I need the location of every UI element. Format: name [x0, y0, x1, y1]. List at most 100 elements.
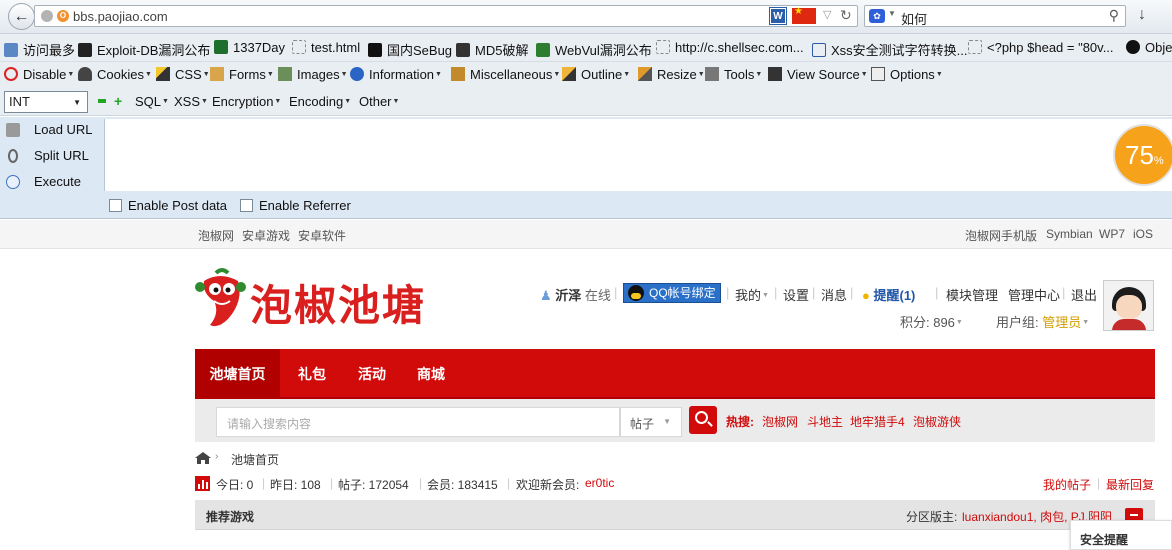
topnav-symbian[interactable]: Symbian: [1046, 227, 1093, 241]
magnifier-icon[interactable]: ⚲: [1109, 7, 1119, 24]
enable-post-checkbox[interactable]: Enable Post data: [109, 198, 227, 213]
menu-forms[interactable]: Forms▼: [210, 67, 274, 82]
user-name[interactable]: ♟ 沂泽 在线: [540, 285, 611, 304]
bookmark-sebug[interactable]: 国内SeBug: [368, 40, 452, 59]
menu-information[interactable]: Information▼: [350, 67, 442, 82]
search-button[interactable]: [689, 406, 717, 434]
plus-icon[interactable]: +: [114, 94, 122, 108]
module-admin-link[interactable]: 模块管理: [946, 285, 998, 304]
browser-navbar: ← O bbs.paojiao.com W ▽ ↻ ✿ ▼ 如何 ⚲ ↓: [0, 0, 1172, 34]
back-arrow-icon[interactable]: ←: [8, 3, 35, 30]
history-dropdown-icon[interactable]: ▽: [823, 8, 831, 21]
section-title[interactable]: 推荐游戏: [206, 508, 254, 525]
security-tip-popup[interactable]: 安全提醒: [1070, 520, 1172, 550]
bookmark-1337day[interactable]: 1337Day: [214, 40, 285, 55]
bookmark-xss-convert[interactable]: Xss安全测试字符转换...: [812, 40, 968, 59]
menu-encoding[interactable]: Encoding▼: [289, 94, 351, 109]
logout-link[interactable]: 退出: [1071, 285, 1097, 304]
site-logo-text[interactable]: 泡椒池塘: [250, 272, 426, 333]
globe-icon: [41, 10, 53, 22]
download-arrow-icon[interactable]: ↓: [1138, 6, 1146, 24]
topnav-wp7[interactable]: WP7: [1099, 227, 1125, 241]
messages-link[interactable]: 消息: [821, 285, 847, 304]
bookmark-md5[interactable]: MD5破解: [456, 40, 528, 59]
hot-search-item[interactable]: 泡椒游侠: [913, 413, 961, 430]
bookmark-webvul[interactable]: WebVul漏洞公布: [536, 40, 652, 59]
menu-tools[interactable]: Tools▼: [705, 67, 762, 82]
baidu-paw-icon[interactable]: ✿: [869, 9, 885, 23]
latest-replies-link[interactable]: 最新回复: [1106, 476, 1154, 493]
enable-referrer-checkbox[interactable]: Enable Referrer: [240, 198, 351, 213]
topnav-android-games[interactable]: 安卓游戏: [242, 227, 290, 244]
reminder-link[interactable]: ● 提醒(1): [862, 285, 915, 304]
load-url-button[interactable]: Load URL: [4, 119, 100, 141]
tab-gift-packs[interactable]: 礼包: [287, 349, 337, 399]
menu-xss[interactable]: XSS▼: [174, 94, 208, 109]
moderator-label: 分区版主:: [906, 510, 958, 524]
my-posts-link[interactable]: 我的帖子: [1043, 476, 1091, 493]
bookmark-exploit-db[interactable]: Exploit-DB漏洞公布: [78, 40, 210, 59]
china-flag-icon[interactable]: [792, 6, 816, 24]
pepper-mascot-icon[interactable]: [194, 267, 246, 329]
split-url-button[interactable]: Split URL: [4, 145, 100, 167]
hot-search-item[interactable]: 泡椒网: [762, 413, 798, 430]
menu-resize[interactable]: Resize▼: [638, 67, 705, 82]
hot-search-item[interactable]: 斗地主: [807, 413, 843, 430]
bookmark-php-head[interactable]: <?php $head = "80v...: [968, 40, 1114, 55]
refresh-icon[interactable]: ↻: [840, 7, 852, 24]
url-text[interactable]: bbs.paojiao.com: [73, 9, 168, 24]
avatar[interactable]: [1103, 280, 1154, 331]
stat-yesterday: 昨日: 108: [270, 478, 321, 492]
bookmark-most-visited[interactable]: 访问最多: [4, 40, 75, 59]
forms-clipboard-icon: [210, 67, 224, 81]
menu-encryption[interactable]: Encryption▼: [212, 94, 281, 109]
engine-dropdown-icon[interactable]: ▼: [888, 9, 896, 18]
forum-search-input[interactable]: 请输入搜索内容: [216, 407, 620, 437]
int-select[interactable]: INT ▼: [4, 91, 88, 113]
menu-cookies[interactable]: Cookies▼: [78, 67, 152, 82]
tab-forum-home[interactable]: 池塘首页: [195, 349, 280, 399]
tab-events[interactable]: 活动: [347, 349, 397, 399]
breadcrumb[interactable]: 池塘首页: [231, 451, 279, 468]
execute-button[interactable]: Execute: [4, 171, 100, 193]
menu-view-source[interactable]: View Source▼: [768, 67, 868, 82]
hackbar-panel: Load URL Split URL Execute Enable Post d…: [0, 117, 1172, 219]
tab-shop[interactable]: 商城: [406, 349, 456, 399]
user-group-display[interactable]: 用户组: 管理员▼: [996, 312, 1089, 331]
divider: |: [614, 285, 618, 300]
bookmark-obje[interactable]: Obje: [1126, 40, 1172, 55]
view-source-icon: [768, 67, 782, 81]
page-icon: [292, 40, 306, 54]
qq-bind-button[interactable]: QQ帐号绑定: [623, 283, 721, 303]
search-type-select[interactable]: 帖子 ▼: [620, 407, 682, 437]
exploit-db-icon: [78, 43, 92, 57]
menu-css[interactable]: CSS▼: [156, 67, 210, 82]
menu-disable[interactable]: Disable▼: [4, 67, 74, 82]
minus-icon[interactable]: [98, 99, 106, 103]
topnav-ios[interactable]: iOS: [1133, 227, 1153, 241]
my-menu[interactable]: 我的▼: [735, 285, 769, 304]
menu-other[interactable]: Other▼: [359, 94, 399, 109]
bookmark-shellsec[interactable]: http://c.shellsec.com...: [656, 40, 804, 55]
topnav-android-apps[interactable]: 安卓软件: [298, 227, 346, 244]
settings-link[interactable]: 设置: [783, 285, 809, 304]
bookmark-test-html[interactable]: test.html: [292, 40, 360, 55]
hot-search-item[interactable]: 地牢猎手4: [850, 413, 905, 430]
menu-miscellaneous[interactable]: Miscellaneous▼: [451, 67, 560, 82]
admin-center-link[interactable]: 管理中心: [1008, 285, 1060, 304]
points-display[interactable]: 积分: 896▼: [900, 312, 963, 331]
home-icon[interactable]: [195, 452, 211, 464]
menu-options[interactable]: Options▼: [871, 67, 943, 82]
browser-search-bar[interactable]: ✿ ▼ 如何 ⚲: [864, 5, 1126, 27]
url-bar[interactable]: O bbs.paojiao.com W ▽ ↻: [34, 5, 858, 27]
topnav-paojiao[interactable]: 泡椒网: [198, 227, 234, 244]
word-addon-icon[interactable]: W: [769, 7, 787, 25]
browser-search-input[interactable]: 如何: [901, 9, 927, 28]
topnav-mobile-version[interactable]: 泡椒网手机版: [965, 227, 1037, 244]
menu-sql[interactable]: SQL▼: [135, 94, 169, 109]
hackbar-url-textarea[interactable]: [104, 119, 1172, 191]
menu-outline[interactable]: Outline▼: [562, 67, 630, 82]
newest-member-link[interactable]: er0tic: [585, 476, 614, 490]
menu-images[interactable]: Images▼: [278, 67, 348, 82]
zoom-level-badge: 75%: [1113, 124, 1172, 186]
